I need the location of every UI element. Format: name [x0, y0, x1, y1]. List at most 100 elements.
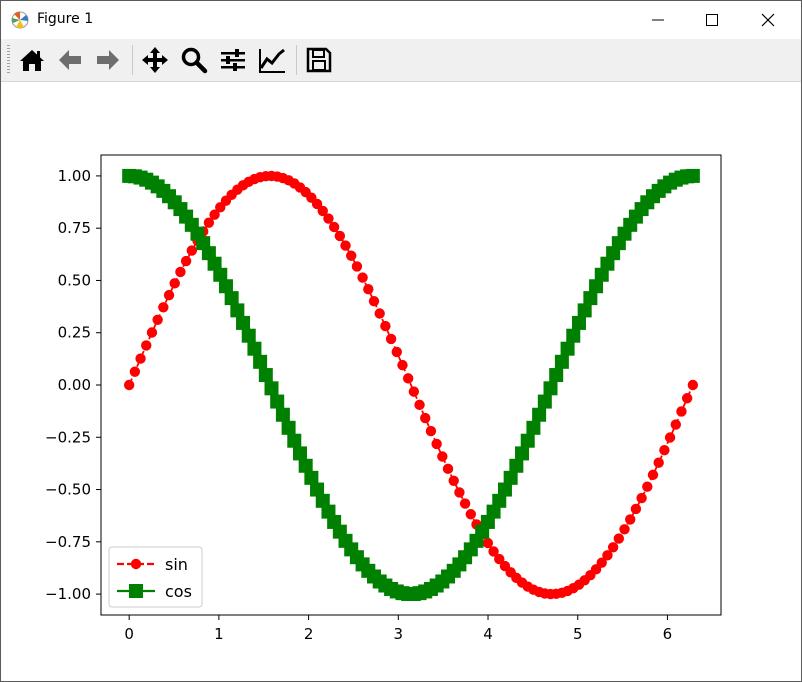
data-point-sin: [664, 432, 676, 443]
data-point-cos: [247, 341, 262, 356]
data-point-sin: [368, 295, 380, 307]
legend-label-sin: sin: [165, 555, 188, 574]
data-point-sin: [625, 514, 636, 525]
legend-marker-cos: [129, 584, 143, 598]
data-point-sin: [141, 340, 152, 351]
data-point-sin: [397, 359, 408, 371]
x-tick-label: 5: [573, 625, 583, 643]
data-point-sin: [374, 308, 385, 319]
data-point-sin: [334, 230, 346, 242]
data-point-cos: [554, 354, 569, 369]
data-point-cos: [509, 458, 524, 473]
data-point-sin: [670, 419, 681, 430]
save-button[interactable]: [303, 44, 335, 76]
data-point-sin: [163, 289, 175, 301]
data-point-sin: [659, 445, 670, 456]
data-point-sin: [346, 250, 357, 261]
figure-canvas[interactable]: 0 1 2 3 4 5 6 1.00 0.75 0.50 0.25 0.00 −0.25 −0.50 −0.…: [1, 82, 801, 681]
data-point-sin: [414, 399, 425, 411]
data-point-sin: [459, 498, 471, 509]
data-point-cos: [537, 394, 552, 409]
close-button[interactable]: [743, 1, 793, 39]
data-point-cos: [224, 291, 239, 306]
matplotlib-logo-icon: [11, 11, 29, 29]
data-point-cos: [566, 328, 581, 343]
data-point-sin: [402, 373, 414, 384]
floppy-disk-icon: [306, 47, 332, 73]
forward-button[interactable]: [92, 44, 124, 76]
data-point-sin: [425, 425, 437, 437]
arrow-right-icon: [97, 50, 119, 70]
data-point-sin: [180, 255, 192, 267]
x-tick-label: 1: [214, 625, 224, 643]
figure-window: Figure 1 0 1 2 3 4 5 6 1.00 0.75 0.50 0.…: [0, 0, 802, 682]
data-point-sin: [420, 412, 431, 424]
legend: sin cos: [108, 546, 203, 608]
data-point-cos: [292, 446, 307, 461]
data-point-sin: [642, 481, 653, 492]
data-point-cos: [560, 341, 575, 356]
data-point-sin: [647, 469, 659, 481]
y-tick-label: 0.25: [58, 324, 91, 342]
data-point-sin: [380, 320, 391, 332]
y-tick-label: 0.50: [58, 271, 91, 289]
data-point-sin: [630, 503, 642, 515]
data-point-cos: [253, 354, 268, 369]
data-point-sin: [340, 240, 351, 251]
data-point-cos: [685, 168, 700, 183]
home-icon: [20, 50, 44, 71]
data-point-sin: [408, 386, 420, 397]
toolbar-grip[interactable]: [7, 45, 10, 75]
navigation-toolbar: [1, 39, 801, 82]
minimize-button[interactable]: [633, 1, 683, 39]
axes-button[interactable]: [256, 44, 288, 76]
data-point-cos: [275, 407, 290, 422]
y-tick-label: −0.75: [45, 533, 91, 551]
data-point-sin: [681, 393, 693, 404]
data-point-cos: [515, 446, 530, 461]
line-chart-icon: [259, 48, 285, 73]
y-tick-label: −1.00: [45, 585, 91, 603]
data-point-cos: [543, 381, 558, 396]
line-chart: 0 1 2 3 4 5 6 1.00 0.75 0.50 0.25 0.00 −0.25 −0.50 −0.…: [45, 154, 722, 643]
toolbar-separator: [132, 45, 133, 75]
pan-button[interactable]: [139, 44, 171, 76]
x-tick-label: 3: [394, 625, 404, 643]
data-point-cos: [236, 315, 251, 330]
zoom-button[interactable]: [178, 44, 210, 76]
toolbar-separator: [296, 45, 297, 75]
subplots-button[interactable]: [217, 44, 249, 76]
arrow-left-icon: [59, 50, 81, 70]
home-button[interactable]: [16, 44, 48, 76]
data-point-sin: [636, 492, 647, 504]
maximize-button[interactable]: [687, 1, 737, 39]
data-point-sin: [391, 346, 402, 358]
data-point-cos: [241, 328, 256, 343]
data-point-cos: [230, 303, 245, 318]
maximize-icon: [706, 14, 718, 26]
y-tick-label: 0.75: [58, 219, 91, 237]
data-point-sin: [158, 302, 169, 313]
y-tick-label: 0.00: [58, 376, 91, 394]
data-point-sin: [357, 272, 368, 283]
data-point-sin: [129, 366, 141, 377]
y-tick-label: −0.50: [45, 481, 91, 499]
legend-marker-sin: [130, 558, 142, 570]
data-point-sin: [607, 542, 619, 553]
data-point-sin: [431, 438, 442, 450]
legend-label-cos: cos: [165, 582, 192, 601]
x-tick-label: 6: [663, 625, 673, 643]
back-button[interactable]: [54, 44, 86, 76]
x-tick-label: 2: [304, 625, 314, 643]
move-icon: [142, 47, 168, 73]
data-point-sin: [613, 533, 625, 544]
data-point-cos: [520, 433, 535, 448]
title-bar[interactable]: Figure 1: [1, 1, 801, 39]
data-point-sin: [135, 353, 146, 364]
data-point-sin: [152, 314, 163, 325]
data-point-cos: [526, 420, 541, 435]
data-point-cos: [258, 368, 273, 383]
data-point-sin: [465, 509, 476, 520]
data-point-cos: [298, 458, 313, 473]
minimize-icon: [652, 19, 664, 21]
